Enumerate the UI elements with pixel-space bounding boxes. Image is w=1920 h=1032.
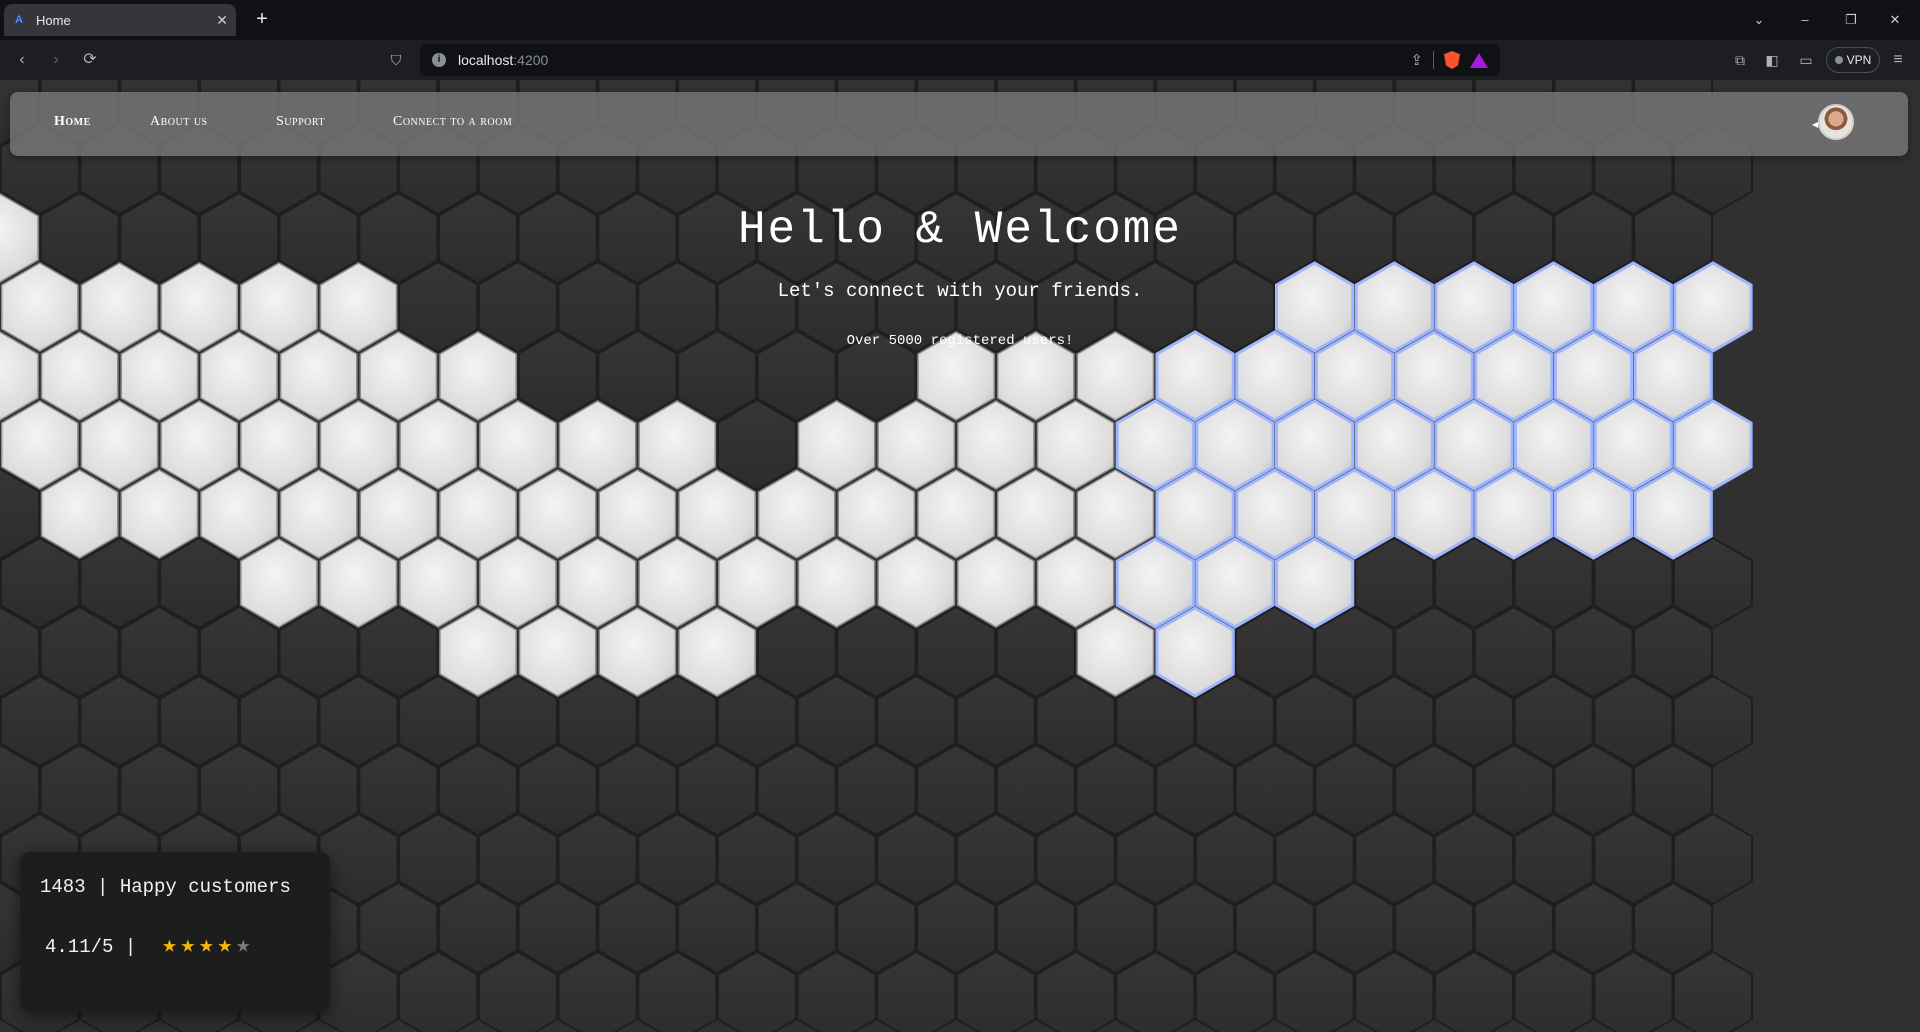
url-host: localhost [458,52,514,68]
browser-toolbar: ‹ › ⟳ ⛉ i localhost :4200 ⇪ ⧉ ◧ ▭ VPN ≡ [0,40,1920,80]
raised-hexagon-tile [399,400,478,490]
raised-hexagon-tile [1195,399,1275,491]
raised-hexagon-tile [359,469,438,559]
nav-link-home[interactable]: Home [54,114,91,130]
happy-customers-text: 1483 | Happy customers [40,876,291,898]
rating-row: 4.11/5 | ★ ★ ★ ★ ★ [45,935,250,959]
raised-hexagon-tile [240,400,318,490]
restore-button[interactable]: ❐ [1836,8,1866,32]
tab-close-icon[interactable]: ✕ [216,12,228,29]
vpn-button[interactable]: VPN [1826,47,1880,73]
star-rating: ★ ★ ★ ★ ★ [162,935,250,959]
divider [1433,51,1434,69]
registered-users-text: Over 5000 registered users! [846,333,1074,349]
raised-hexagon-tile [80,400,159,490]
raised-hexagon-tile [558,538,637,628]
raised-hexagon-tile [1673,399,1753,491]
new-tab-button[interactable]: + [250,7,274,31]
angular-favicon-icon: A [15,14,23,26]
menu-icon[interactable]: ≡ [1886,48,1910,72]
share-icon[interactable]: ⇪ [1410,51,1423,69]
raised-hexagon-tile [1155,468,1235,560]
raised-hexagon-tile [479,538,557,628]
site-info-icon[interactable]: i [432,53,446,67]
raised-hexagon-tile [1354,399,1434,491]
user-menu[interactable]: ◀ [1812,104,1858,144]
raised-hexagon-tile [1115,399,1195,491]
raised-hexagon-tile [598,469,677,559]
rating-text: 4.11/5 | [45,936,137,958]
nav-link-connect-room[interactable]: Connect to a room [393,114,512,130]
raised-hexagon-tile [996,469,1075,559]
url-port: :4200 [513,52,549,68]
wallet-icon[interactable]: ▭ [1794,48,1818,72]
extensions-icon[interactable]: ⧉ [1728,48,1752,72]
top-navbar: Home About us Support Connect to a room … [10,92,1908,156]
raised-hexagon-tile [279,469,358,559]
raised-hexagon-tile [1036,400,1115,490]
close-window-button[interactable]: ✕ [1880,8,1910,32]
raised-hexagon-tile [837,469,916,559]
caret-left-icon: ◀ [1812,120,1819,129]
star-icon: ★ [236,933,251,960]
raised-hexagon-tile [1115,537,1195,629]
hero-title: Hello & Welcome [737,204,1183,256]
raised-hexagon-tile [917,469,995,559]
reload-button[interactable]: ⟳ [78,48,102,72]
tab-list-button[interactable]: ⌄ [1744,8,1774,32]
forward-button[interactable]: › [44,48,68,72]
vpn-status-icon [1834,56,1843,64]
raised-hexagon-tile [1275,399,1355,491]
brave-shields-icon[interactable] [1444,51,1460,69]
sidebar-icon[interactable]: ◧ [1760,48,1784,72]
vpn-label: VPN [1846,53,1872,67]
tab-title: Home [36,12,71,28]
raised-hexagon-tile [1514,399,1594,491]
raised-hexagon-tile [957,400,1035,490]
stats-card: 1483 | Happy customers 4.11/5 | ★ ★ ★ ★ ★ [20,852,330,1012]
star-icon: ★ [180,933,196,960]
nav-link-about-us[interactable]: About us [150,114,208,130]
raised-hexagon-tile [518,469,597,559]
raised-hexagon-tile [1593,399,1673,491]
raised-hexagon-tile [1076,469,1155,559]
star-icon: ★ [217,933,233,960]
raised-hexagon-tile [439,469,517,559]
raised-hexagon-tile [1235,468,1315,560]
bookmark-button[interactable]: ⛉ [384,48,408,72]
browser-tab-home[interactable]: A Home ✕ [4,4,236,36]
raised-hexagon-tile [638,538,717,628]
avatar[interactable] [1818,104,1854,140]
browser-tabstrip: A Home ✕ + ⌄ – ❐ ✕ [0,0,1920,40]
back-button[interactable]: ‹ [10,48,34,72]
raised-hexagon-tile [1434,399,1514,491]
nav-link-support[interactable]: Support [276,114,325,130]
brave-rewards-icon[interactable] [1470,52,1488,68]
hero-subtitle: Let's connect with your friends. [777,280,1143,302]
page-viewport: Home About us Support Connect to a room … [0,80,1920,1032]
raised-hexagon-tile [160,400,239,490]
raised-hexagon-tile [319,400,398,490]
star-icon: ★ [199,933,214,960]
address-bar[interactable]: i localhost :4200 ⇪ [420,44,1500,76]
minimize-button[interactable]: – [1790,8,1820,32]
star-icon: ★ [162,933,177,960]
